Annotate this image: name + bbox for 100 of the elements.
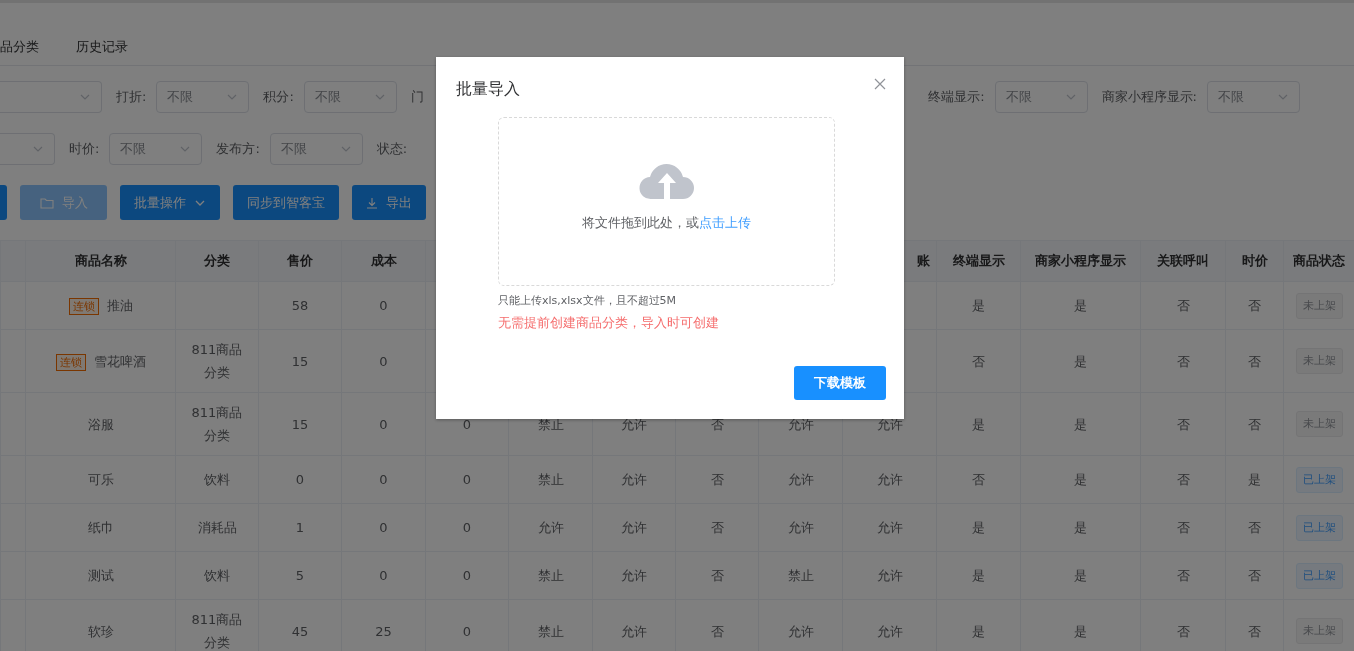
table-cell: 否 xyxy=(710,520,724,535)
select-field[interactable]: 不限 xyxy=(303,81,397,113)
table-cell: 45 xyxy=(291,623,309,639)
download-icon xyxy=(366,196,378,209)
column-header: 关联呼叫 xyxy=(1157,253,1209,268)
table-cell: 是 xyxy=(1074,472,1087,487)
close-icon[interactable] xyxy=(874,78,886,90)
status-tag: 已上架 xyxy=(1295,562,1343,589)
table-cell: 允许 xyxy=(876,472,903,487)
table-cell: 0 xyxy=(462,568,472,583)
table-cell: 0 xyxy=(295,472,305,487)
upload-link[interactable]: 点击上传 xyxy=(699,215,751,230)
filter-label: 积分: xyxy=(263,88,294,106)
warning-note: 无需提前创建商品分类，导入时可创建 xyxy=(498,314,720,332)
filter-label: 发布方: xyxy=(216,140,260,158)
table-cell: 否 xyxy=(710,416,724,432)
table-cell: 否 xyxy=(1248,568,1261,583)
column-header: 账 xyxy=(917,253,930,268)
product-name: 测试 xyxy=(87,568,114,583)
select-field[interactable]: 不限 xyxy=(994,81,1088,113)
select-field[interactable]: 不限 xyxy=(269,133,363,165)
table-cell: 是 xyxy=(972,623,985,639)
table-cell: 允许 xyxy=(876,623,903,639)
table-cell: 禁止 xyxy=(787,568,814,583)
table-cell: 允许 xyxy=(537,520,564,535)
column-header: 商家小程序显示 xyxy=(1035,253,1126,268)
select-field[interactable]: 不限 xyxy=(1207,81,1300,113)
table-cell: 否 xyxy=(1248,416,1261,432)
table-cell: 否 xyxy=(1176,623,1190,639)
table-cell: 是 xyxy=(1074,623,1087,639)
table-cell: 811商品分类 xyxy=(191,342,243,380)
upload-dropzone[interactable]: 将文件拖到此处，或点击上传 xyxy=(498,117,835,286)
table-cell: 是 xyxy=(972,568,985,583)
filter-label: 门 xyxy=(410,88,424,106)
chain-tag: 连锁 xyxy=(68,298,99,315)
upload-hint: 将文件拖到此处，或点击上传 xyxy=(582,214,751,232)
table-cell: 否 xyxy=(1176,472,1190,487)
table-cell: 否 xyxy=(1176,520,1190,535)
toolbar-button[interactable] xyxy=(0,185,7,220)
table-cell: 允许 xyxy=(876,520,903,535)
table-cell: 否 xyxy=(1248,520,1261,535)
table-cell: 0 xyxy=(379,520,388,535)
table-cell: 允许 xyxy=(787,416,814,432)
table-cell: 禁止 xyxy=(537,623,564,639)
table-cell: 允许 xyxy=(621,472,647,487)
table-cell: 0 xyxy=(462,623,472,639)
table-cell: 否 xyxy=(1176,353,1190,369)
table-cell: 是 xyxy=(1248,472,1261,487)
table-cell: 是 xyxy=(1074,568,1087,583)
upload-tip: 只能上传xls,xlsx文件，且不超过5M xyxy=(498,293,678,308)
table-cell: 禁止 xyxy=(537,472,564,487)
product-name: 雪花啤酒 xyxy=(93,353,146,369)
table-cell: 是 xyxy=(972,520,985,535)
column-header: 终端显示 xyxy=(952,253,1005,268)
select-field[interactable] xyxy=(0,81,102,113)
table-cell: 允许 xyxy=(787,472,814,487)
table-cell: 允许 xyxy=(621,623,647,639)
product-name: 可乐 xyxy=(87,472,114,487)
table-cell: 否 xyxy=(1248,298,1261,313)
download-template-button[interactable]: 下载模板 xyxy=(794,366,886,400)
tab[interactable]: 品分类 xyxy=(0,37,39,56)
product-name: 推油 xyxy=(106,298,133,313)
table-cell: 允许 xyxy=(787,623,814,639)
table-cell: 是 xyxy=(972,416,985,432)
table-cell: 饮料 xyxy=(204,568,230,583)
status-tag: 已上架 xyxy=(1295,514,1343,541)
table-cell: 饮料 xyxy=(204,472,230,487)
table-cell: 58 xyxy=(291,298,309,313)
table-cell: 否 xyxy=(1248,623,1261,639)
table-cell: 允许 xyxy=(787,520,814,535)
table-cell: 15 xyxy=(291,416,309,432)
table-cell: 否 xyxy=(710,623,724,639)
filter-label: 终端显示: xyxy=(928,88,985,106)
table-cell: 是 xyxy=(1074,353,1087,369)
select-field[interactable]: 不限 xyxy=(109,133,203,165)
toolbar-button[interactable]: 批量操作 xyxy=(120,185,220,220)
filter-label: 时价: xyxy=(69,140,100,158)
status-tag: 已上架 xyxy=(1295,466,1343,493)
table-cell: 否 xyxy=(1176,568,1190,583)
table-cell: 0 xyxy=(379,568,388,583)
table-cell: 否 xyxy=(1248,353,1261,369)
toolbar-button[interactable]: 导出 xyxy=(352,185,426,220)
product-name: 纸巾 xyxy=(87,520,114,535)
table-cell: 0 xyxy=(379,353,388,369)
table-cell: 否 xyxy=(1176,298,1190,313)
tab[interactable]: 历史记录 xyxy=(76,37,128,56)
dialog-title: 批量导入 xyxy=(456,79,520,100)
table-cell: 允许 xyxy=(876,568,903,583)
folder-icon xyxy=(39,196,54,209)
table-cell: 否 xyxy=(1176,416,1190,432)
table-cell: 允许 xyxy=(621,568,647,583)
table-cell: 15 xyxy=(291,353,309,369)
filter-label: 打折: xyxy=(116,88,147,106)
select-field[interactable] xyxy=(0,133,55,165)
table-cell: 0 xyxy=(462,472,472,487)
select-field[interactable]: 不限 xyxy=(156,81,250,113)
toolbar-button[interactable]: 同步到智客宝 xyxy=(233,185,339,220)
column-header: 时价 xyxy=(1241,253,1268,268)
table-cell: 允许 xyxy=(621,520,647,535)
column-header: 售价 xyxy=(287,253,313,268)
